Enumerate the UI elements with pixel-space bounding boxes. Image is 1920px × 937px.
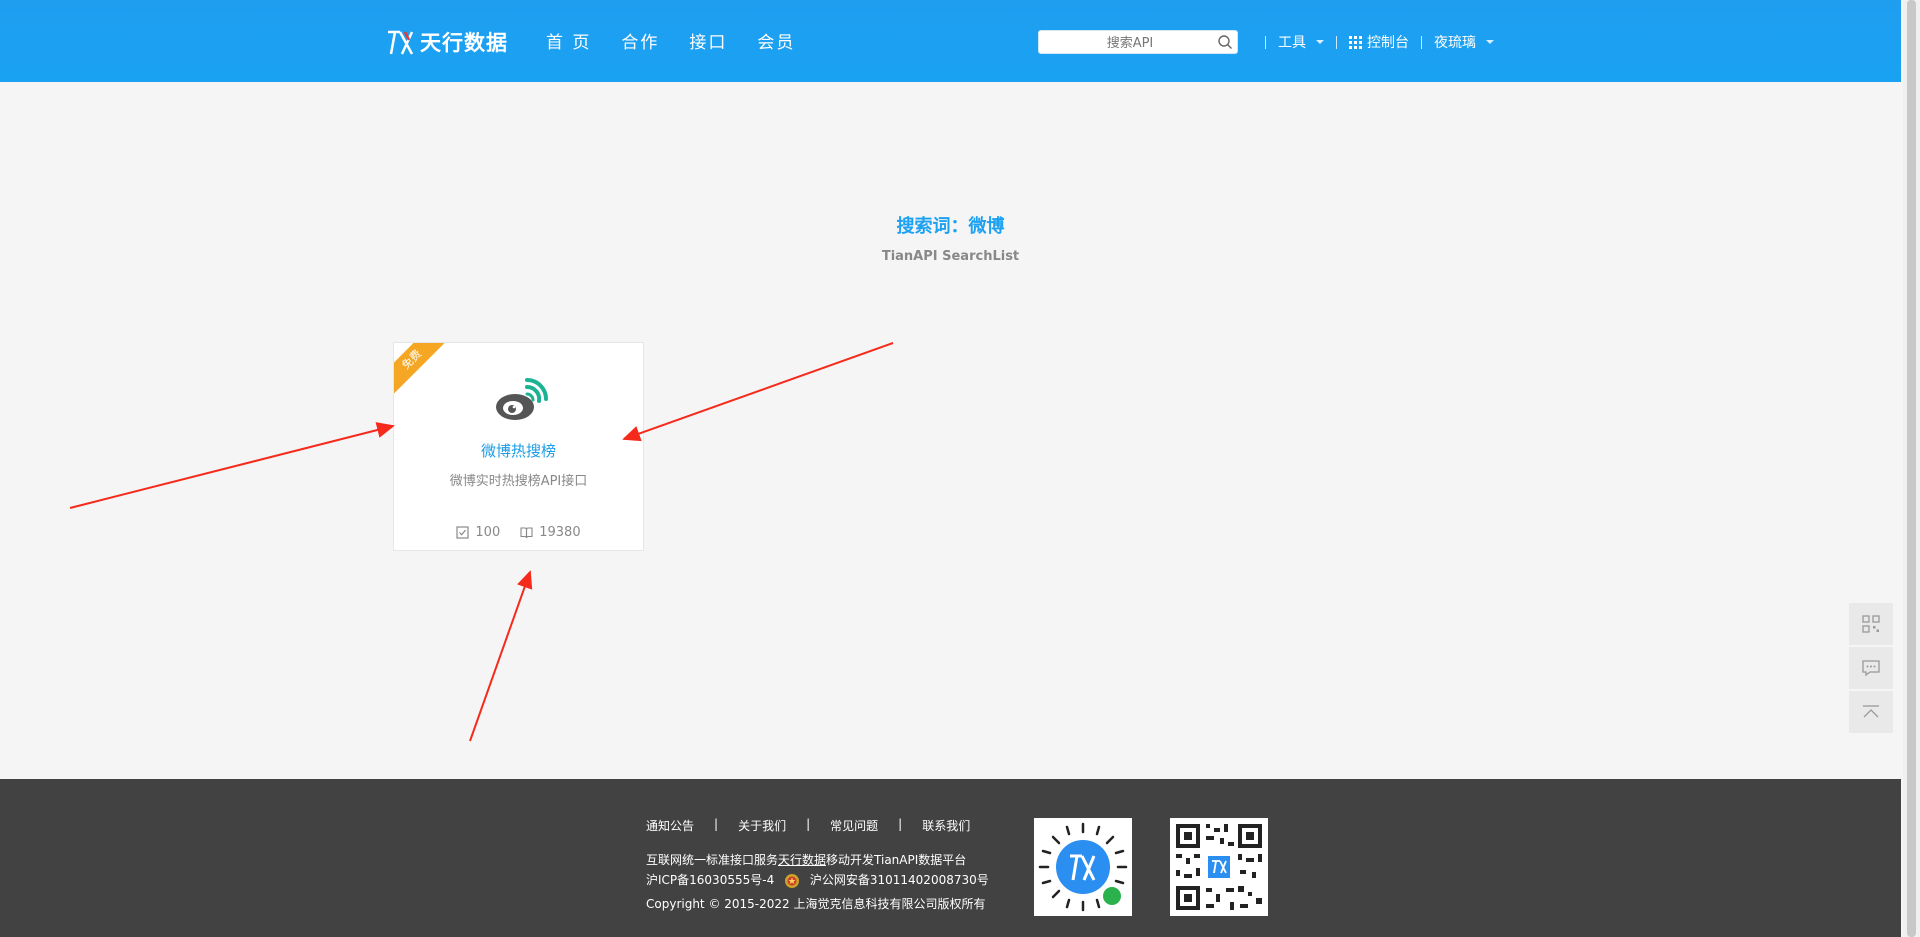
divider bbox=[1421, 35, 1422, 49]
grid-icon bbox=[1349, 35, 1362, 49]
footer-link-notice[interactable]: 通知公告 bbox=[646, 817, 694, 834]
footer-separator: | bbox=[806, 817, 811, 831]
chevron-down-icon bbox=[1316, 40, 1324, 44]
tools-label: 工具 bbox=[1278, 35, 1306, 51]
footer-link-faq[interactable]: 常见问题 bbox=[830, 817, 878, 834]
back-to-top-icon bbox=[1863, 705, 1879, 718]
card-description: 微博实时热搜榜API接口 bbox=[449, 474, 588, 489]
site-footer: 通知公告 | 关于我们 | 常见问题 | 联系我们 互联网统一标准接口服务天行数… bbox=[0, 779, 1901, 937]
footer-separator: | bbox=[898, 817, 903, 831]
main-nav: 首 页 合作 接口 会员 bbox=[546, 28, 825, 53]
book-icon bbox=[520, 527, 533, 539]
stat-reads: 19380 bbox=[520, 525, 581, 540]
logo-text: 天行数据 bbox=[420, 31, 508, 55]
api-card[interactable]: 免费 微博热搜榜 微博实时热搜榜API接口 100 19380 bbox=[393, 342, 644, 551]
check-icon bbox=[456, 526, 470, 539]
top-links: 工具 控制台 夜琉璃 bbox=[1253, 32, 1494, 52]
nav-home[interactable]: 首 页 bbox=[546, 28, 591, 53]
user-label: 夜琉璃 bbox=[1434, 35, 1476, 51]
footer-registration: 沪ICP备16030555号-4 沪公网安备31011402008730号 bbox=[646, 871, 989, 889]
search-subtitle: TianAPI SearchList bbox=[881, 249, 1020, 264]
stat-reads-value: 19380 bbox=[539, 525, 581, 540]
wechat-qrcode bbox=[1170, 818, 1268, 916]
footer-links: 通知公告 | 关于我们 | 常见问题 | 联系我们 bbox=[646, 817, 970, 834]
arrow-right bbox=[622, 342, 894, 442]
police-link[interactable]: 沪公网安备31011402008730号 bbox=[810, 873, 989, 887]
divider bbox=[1336, 35, 1337, 49]
qrcode-button[interactable] bbox=[1849, 603, 1893, 645]
search-box bbox=[1038, 30, 1238, 55]
footer-intro-suffix: 移动开发TianAPI数据平台 bbox=[826, 853, 967, 867]
chat-icon bbox=[1862, 660, 1880, 677]
back-to-top-button[interactable] bbox=[1849, 691, 1893, 733]
qrcode-icon bbox=[1176, 824, 1262, 910]
qrcode-icon bbox=[1862, 615, 1880, 633]
console-link[interactable]: 控制台 bbox=[1349, 32, 1409, 52]
nav-cooperation[interactable]: 合作 bbox=[621, 28, 659, 53]
stat-checks-value: 100 bbox=[475, 525, 501, 540]
chat-button[interactable] bbox=[1849, 647, 1893, 689]
arrow-bottom bbox=[469, 570, 533, 742]
footer-separator: | bbox=[714, 817, 719, 831]
site-logo[interactable]: 天行数据 bbox=[386, 24, 508, 60]
tx-logo-icon bbox=[388, 30, 414, 55]
search-title: 搜索词：微博 bbox=[896, 216, 1005, 237]
search-input[interactable] bbox=[1043, 31, 1217, 55]
page-scrollbar[interactable] bbox=[1903, 0, 1920, 937]
console-label: 控制台 bbox=[1367, 35, 1409, 51]
chevron-down-icon bbox=[1486, 40, 1494, 44]
police-badge-icon bbox=[785, 873, 800, 888]
card-stats: 100 19380 bbox=[394, 525, 643, 540]
tools-dropdown[interactable]: 工具 bbox=[1278, 32, 1324, 52]
top-header: 天行数据 首 页 合作 接口 会员 工具 控制台 夜琉璃 bbox=[0, 0, 1901, 82]
stat-checks: 100 bbox=[456, 525, 500, 540]
footer-intro-prefix: 互联网统一标准接口服务 bbox=[646, 853, 779, 867]
arrow-left bbox=[69, 422, 395, 509]
user-dropdown[interactable]: 夜琉璃 bbox=[1434, 32, 1494, 52]
icp-link[interactable]: 沪ICP备16030555号-4 bbox=[646, 873, 774, 887]
nav-member[interactable]: 会员 bbox=[757, 28, 795, 53]
weibo-icon bbox=[496, 378, 548, 420]
footer-brand-link[interactable]: 天行数据 bbox=[778, 853, 826, 867]
free-ribbon: 免费 bbox=[394, 343, 449, 397]
scrollbar-thumb[interactable] bbox=[1907, 0, 1916, 937]
footer-copyright: Copyright © 2015-2022 上海觉克信息科技有限公司版权所有 bbox=[646, 897, 986, 911]
footer-link-contact[interactable]: 联系我们 bbox=[922, 817, 970, 834]
card-title[interactable]: 微博热搜榜 bbox=[394, 440, 643, 461]
footer-intro: 互联网统一标准接口服务天行数据移动开发TianAPI数据平台 bbox=[646, 851, 966, 868]
nav-api[interactable]: 接口 bbox=[689, 28, 727, 53]
side-toolbar bbox=[1849, 603, 1893, 735]
miniprogram-code-icon bbox=[1038, 822, 1128, 912]
search-icon[interactable] bbox=[1217, 34, 1233, 50]
miniprogram-qrcode bbox=[1034, 818, 1132, 916]
footer-link-about[interactable]: 关于我们 bbox=[738, 817, 786, 834]
divider bbox=[1265, 35, 1266, 49]
